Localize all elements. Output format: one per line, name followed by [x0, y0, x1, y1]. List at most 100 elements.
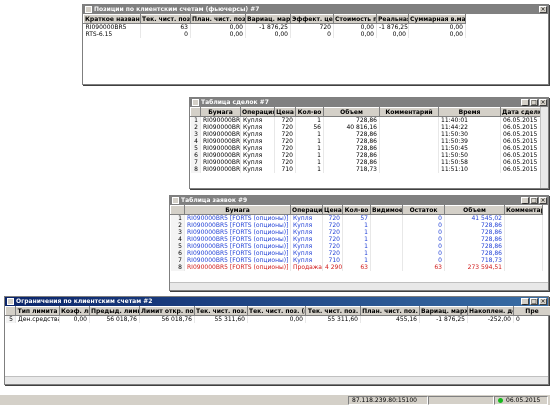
column-header[interactable]: Дата сделки — [500, 107, 541, 117]
column-header[interactable]: Вариац. маржа — [419, 306, 468, 316]
close-icon[interactable]: × — [539, 197, 547, 204]
close-icon[interactable]: × — [539, 99, 547, 106]
column-header[interactable]: Краткое назван — [83, 14, 141, 24]
table-cell: RTS-6.15 — [83, 31, 141, 38]
minimize-icon[interactable]: _ — [521, 197, 529, 204]
column-header[interactable]: Накоплен. доход — [467, 306, 514, 316]
table-row[interactable]: 5 RI090000BR5 Купля 720 1 728,86 11:50:45 06.05… — [190, 145, 541, 152]
table-row[interactable]: 5 RI090000BR5 [FORTS (опционы)] Купля 720 1 0… — [170, 243, 543, 250]
column-header[interactable]: Операция — [240, 107, 275, 117]
table-row[interactable]: 2 RI090000BR5 Купля 720 56 40 816,16 11:44:22 0… — [190, 124, 541, 131]
minimize-icon[interactable]: _ — [521, 99, 529, 106]
trades-vscroll[interactable] — [540, 107, 548, 188]
column-header[interactable]: Остаток — [402, 205, 445, 215]
minimize-icon[interactable]: _ — [521, 298, 529, 305]
table-row[interactable]: 4 RI090000BR5 [FORTS (опционы)] Купля 720 1 0… — [170, 236, 543, 243]
table-cell: Продажа — [290, 264, 323, 271]
table-row[interactable]: 5 Ден.средства 0,00 56 018,76 56 018,76 55 31… — [5, 315, 550, 323]
column-header[interactable]: Тек. чист. поз. — [194, 306, 248, 316]
table-cell: 728,86 — [323, 159, 380, 166]
table-row[interactable]: 2 RI090000BR5 [FORTS (опционы)] Купля 720 1 0… — [170, 222, 543, 229]
column-header[interactable]: Бумага — [200, 107, 241, 117]
column-header[interactable]: Реальная — [376, 14, 409, 24]
table-row[interactable]: 3 RI090000BR5 [FORTS (опционы)] Купля 720 1 0… — [170, 229, 543, 236]
column-header[interactable]: Комментарий — [504, 205, 543, 215]
column-header[interactable] — [5, 306, 16, 316]
table-row[interactable]: 3 RI090000BR5 Купля 720 1 728,86 11:50:30 06.05… — [190, 131, 541, 138]
table-cell: Купля — [290, 236, 323, 243]
status-spacer — [428, 395, 494, 405]
column-header[interactable]: План. чист. поз. — [360, 306, 420, 316]
maximize-icon[interactable]: □ — [530, 197, 538, 204]
table-cell: RI090000BR5 — [83, 23, 141, 31]
limits-titlebar[interactable]: Ограничения по клиентским счетам #2 _ □ × — [5, 297, 548, 306]
table-row[interactable]: 8 RI090000BR5 Купля 710 1 718,73 11:51:10 06.05… — [190, 166, 541, 173]
table-cell — [370, 236, 403, 243]
column-header[interactable]: Объем — [444, 205, 505, 215]
table-cell: -1 876,25 — [419, 315, 468, 323]
orders-table: БумагаОперацияЦенаКол-воВидимоеОстатокОб… — [170, 205, 543, 271]
column-header[interactable]: Коэф. лик — [59, 306, 90, 316]
orders-hscroll[interactable] — [170, 282, 548, 290]
column-header[interactable]: Кол-во — [295, 107, 324, 117]
table-cell: Купля — [240, 159, 275, 166]
maximize-icon[interactable]: □ — [530, 99, 538, 106]
close-icon[interactable]: × — [539, 6, 547, 13]
column-header[interactable]: Комментарий — [379, 107, 439, 117]
table-cell — [379, 145, 439, 152]
positions-titlebar[interactable]: Позиции по клиентским счетам (фьючерсы) … — [83, 5, 548, 14]
trades-window[interactable]: Таблица сделок #7 _ □ × Бумага Операция Цена… — [189, 97, 549, 189]
column-header[interactable]: Цена — [322, 205, 343, 215]
column-header[interactable]: Тип лимита — [15, 306, 60, 316]
column-header[interactable]: Лимит откр. поз. — [139, 306, 195, 316]
table-row[interactable]: 6 RI090000BR5 Купля 720 1 728,86 11:50:50 06.05… — [190, 152, 541, 159]
column-header[interactable]: Пре — [513, 306, 550, 316]
column-header[interactable]: Операция — [290, 205, 323, 215]
column-header[interactable]: Суммарная в.мари — [408, 14, 466, 24]
table-row[interactable]: 7 RI090000BR5 Купля 720 1 728,86 11:50:58 06.05… — [190, 159, 541, 166]
table-row[interactable]: 4 RI090000BR5 Купля 720 1 728,86 11:50:39 06.05… — [190, 138, 541, 145]
positions-window[interactable]: Позиции по клиентским счетам (фьючерсы) … — [82, 4, 549, 85]
close-icon[interactable]: × — [539, 298, 547, 305]
table-cell: 720 — [322, 222, 343, 229]
column-header[interactable]: Бумага — [184, 205, 291, 215]
limits-window[interactable]: Ограничения по клиентским счетам #2 _ □ × … — [4, 296, 550, 385]
orders-titlebar[interactable]: Таблица заявок #9 _ □ × — [170, 196, 548, 205]
column-header[interactable]: План. чист. поз. — [190, 14, 246, 24]
column-header[interactable]: Предыд. лимит о — [89, 306, 140, 316]
table-cell: 6 — [170, 250, 185, 257]
column-header[interactable]: Тек. чист. поз. — [305, 306, 361, 316]
column-header[interactable] — [190, 107, 201, 117]
orders-window[interactable]: Таблица заявок #9 _□× БумагаОперацияЦена… — [169, 195, 549, 291]
table-row[interactable]: 8 RI090000BR5 [FORTS (опционы)] Продажа 4 2… — [170, 264, 543, 271]
table-cell: 728,86 — [444, 243, 505, 250]
column-header[interactable]: Время — [438, 107, 501, 117]
column-header[interactable]: Видимое — [370, 205, 403, 215]
maximize-icon[interactable]: □ — [530, 298, 538, 305]
column-header[interactable]: Тек. чист. поз. — [140, 14, 191, 24]
table-cell: 06.05.2015 — [500, 124, 541, 131]
table-cell: 8 — [170, 264, 185, 271]
column-header[interactable]: Цена — [274, 107, 296, 117]
column-header[interactable]: Эффект. цена по — [290, 14, 334, 24]
table-cell: RI090000BR5 [FORTS (опционы)] — [184, 257, 291, 264]
trades-titlebar[interactable]: Таблица сделок #7 _ □ × — [190, 98, 548, 107]
table-row[interactable]: 7 RI090000BR5 [FORTS (опционы)] Купля 710 1 0… — [170, 257, 543, 264]
table-cell: 0 — [402, 250, 445, 257]
column-header[interactable]: Объем — [323, 107, 380, 117]
column-header[interactable]: Тек. чист. поз. (п — [247, 306, 306, 316]
table-row[interactable]: 6 RI090000BR5 [FORTS (опционы)] Купля 720 1 0… — [170, 250, 543, 257]
column-header[interactable] — [170, 205, 185, 215]
column-header[interactable]: Кол-во — [342, 205, 371, 215]
table-row[interactable]: 1 RI090000BR5 [FORTS (опционы)] Купля 720 57… — [170, 214, 543, 222]
table-row[interactable]: RTS-6.15 0 0,00 0,00 0 0,00 0,00 0,00 — [83, 31, 466, 38]
column-header[interactable]: Стоимость пози — [333, 14, 377, 24]
table-row[interactable]: 1 RI090000BR5 Купля 720 1 728,86 11:40:01 06.05… — [190, 116, 541, 124]
limits-hscroll[interactable] — [5, 376, 548, 384]
table-cell — [504, 229, 543, 236]
server-address: 87.118.239.80:15100 — [348, 395, 428, 405]
table-cell: 1 — [342, 243, 371, 250]
table-cell: 0 — [290, 31, 334, 38]
column-header[interactable]: Вариац. маржа — [245, 14, 291, 24]
table-row[interactable]: RI090000BR5 63 0,00 -1 876,25 720 0,00 -1 876,… — [83, 23, 466, 31]
